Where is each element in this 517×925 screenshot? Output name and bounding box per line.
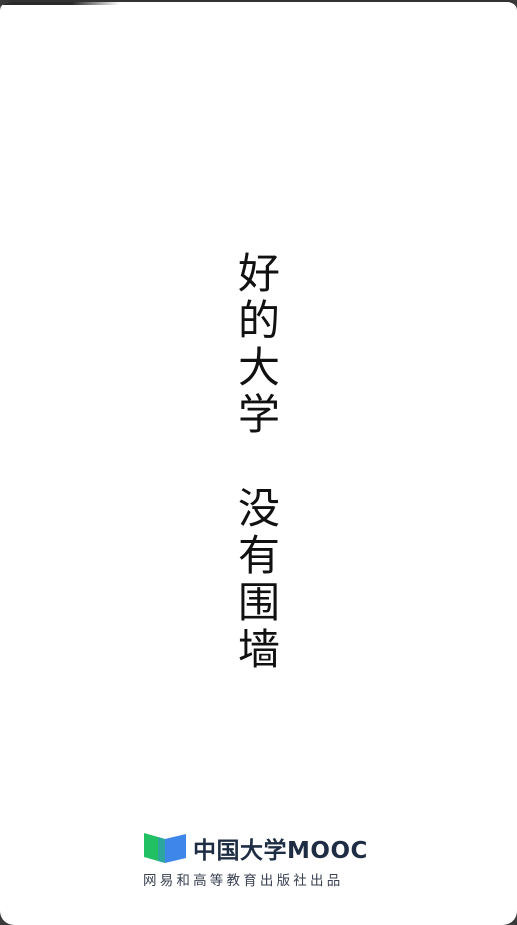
slogan-gap xyxy=(236,438,282,485)
brand-subtitle: 网易和高等教育出版社出品 xyxy=(143,873,344,889)
slogan: 好的大学 没有围墙 xyxy=(236,250,282,673)
brand-logo-row: 中国大学MOOC xyxy=(143,830,375,866)
brand-footer: 中国大学MOOC 网易和高等教育出版社出品 xyxy=(143,830,375,890)
brand-name: 中国大学MOOC xyxy=(193,838,368,864)
splash-screen: 好的大学 没有围墙 中国大学MOOC 网易和高等教育出版社出品 xyxy=(0,0,517,925)
slogan-line-1: 好的大学 xyxy=(237,249,280,439)
status-bar-edge xyxy=(0,2,120,5)
slogan-line-2: 没有围墙 xyxy=(237,484,280,674)
open-book-icon xyxy=(144,833,186,863)
